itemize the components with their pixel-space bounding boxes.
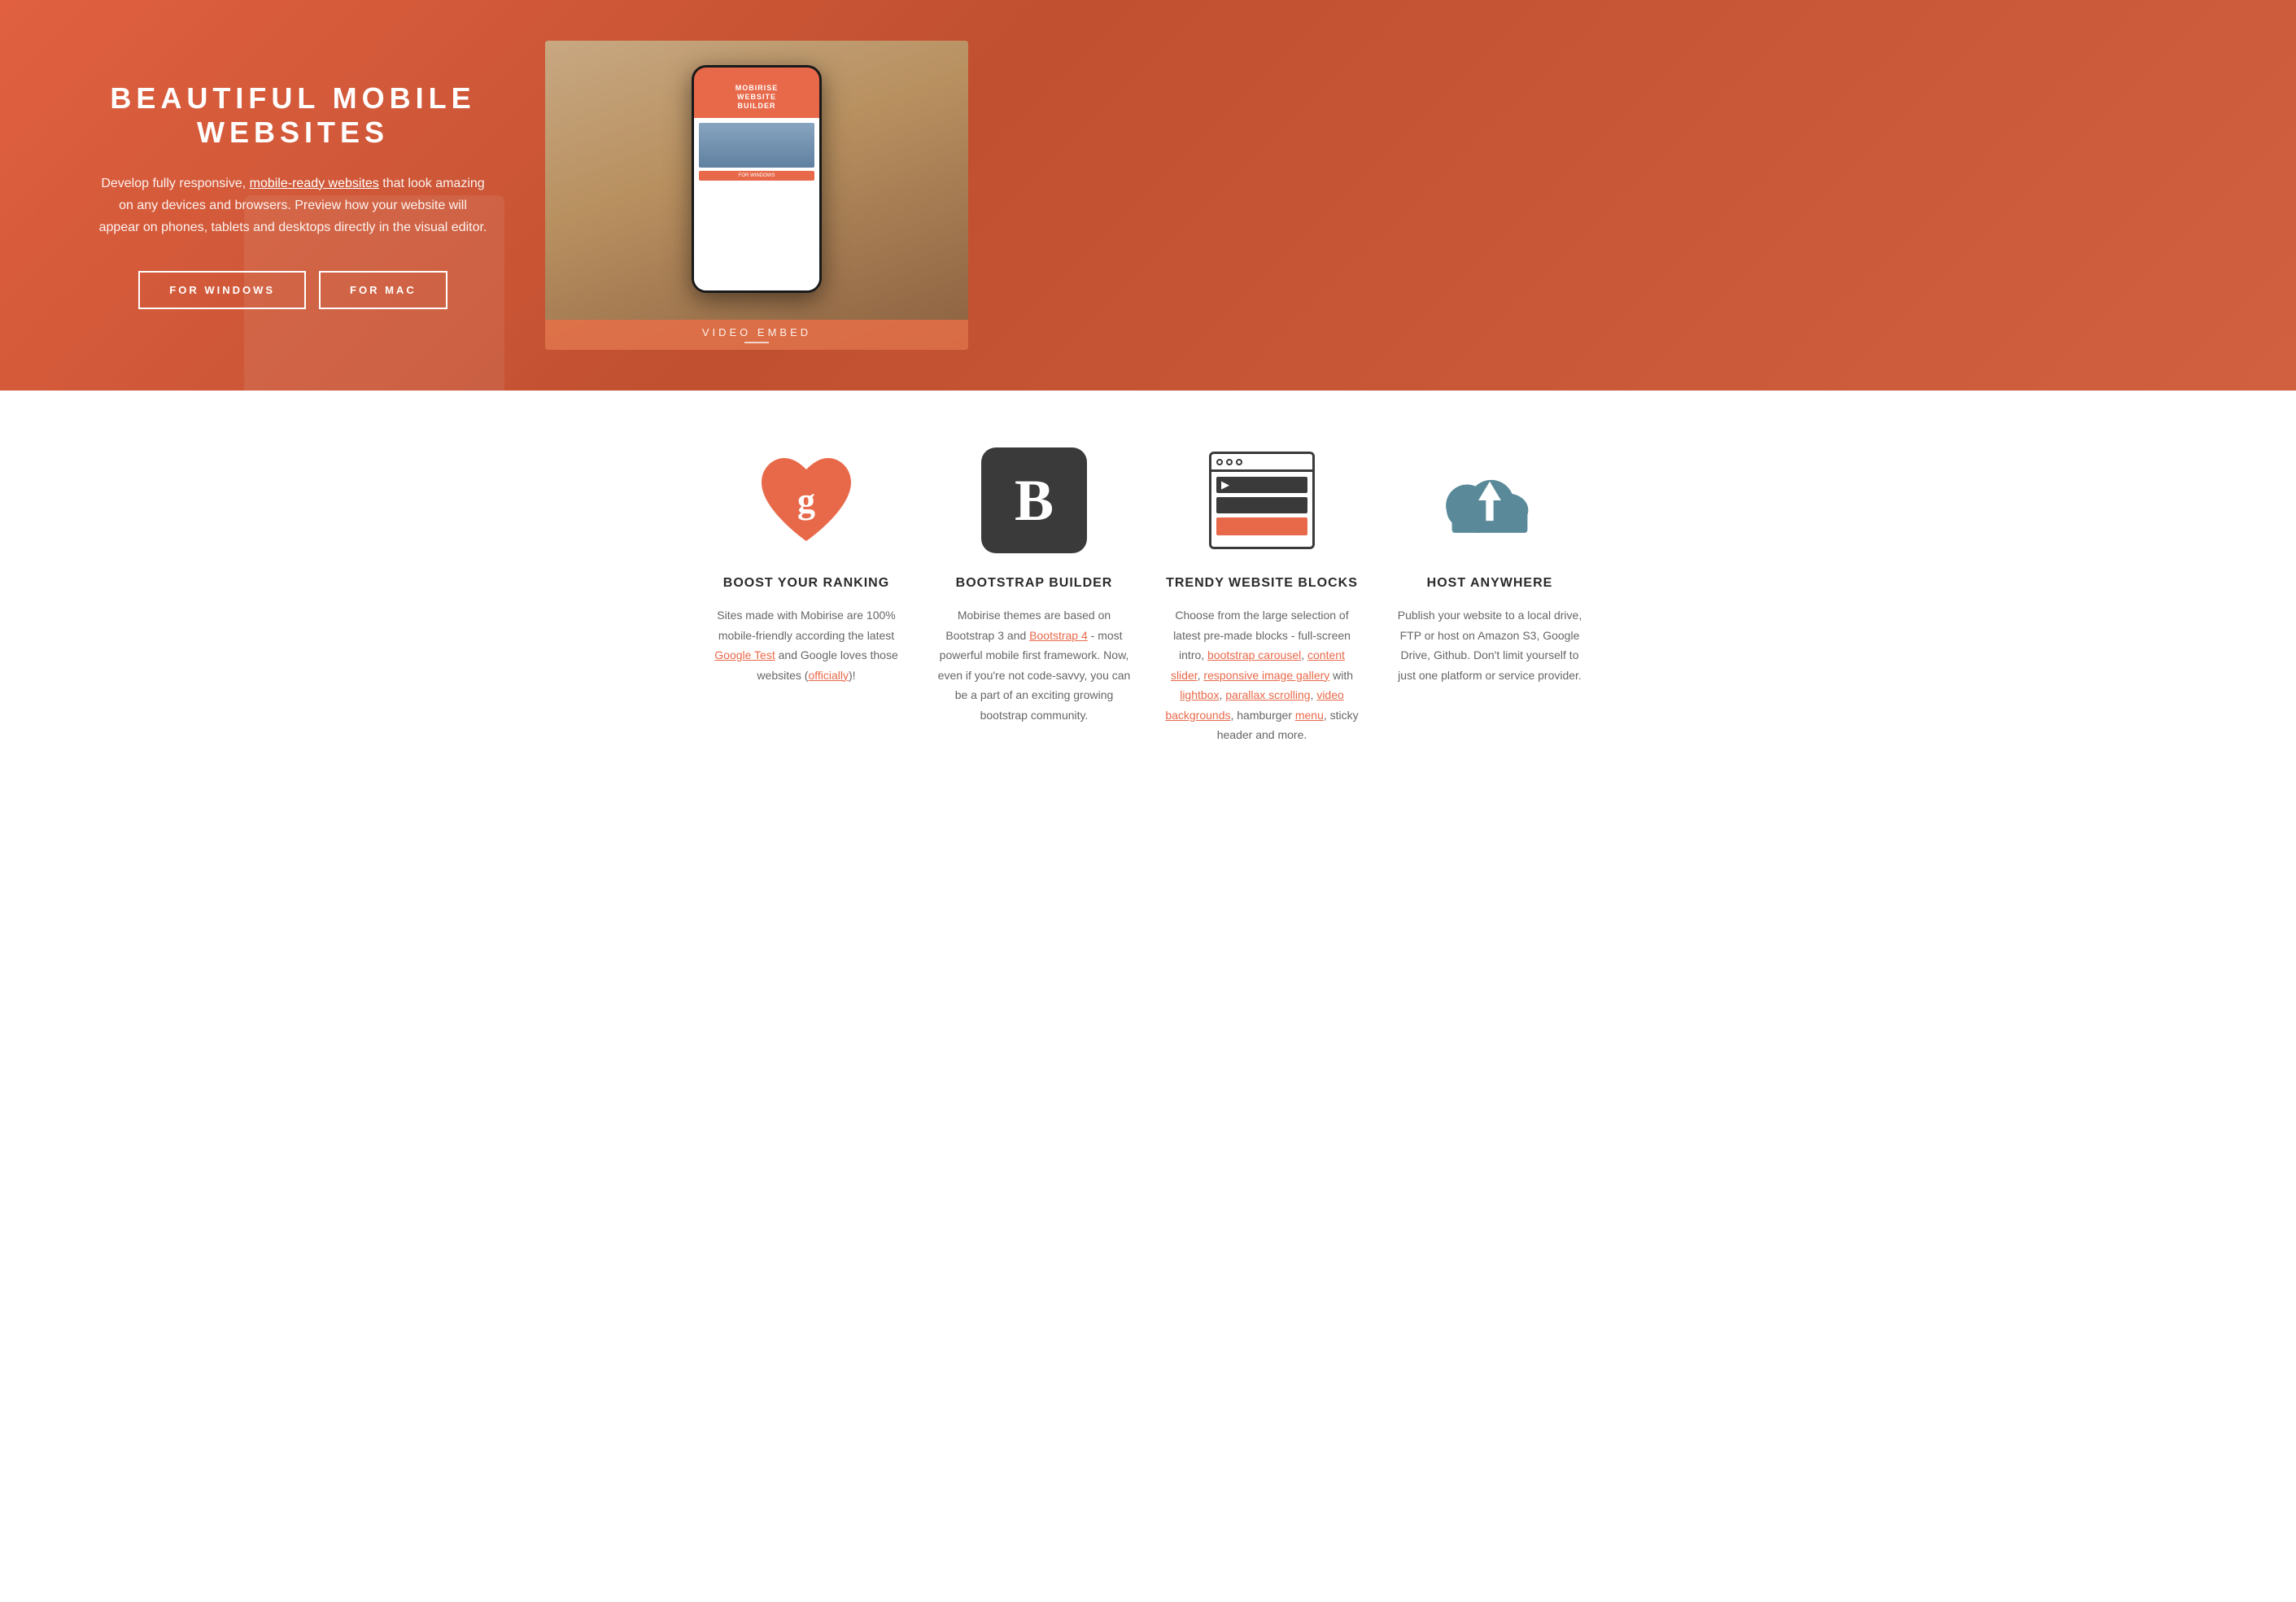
boost-ranking-desc: Sites made with Mobirise are 100% mobile… <box>709 605 904 685</box>
phone-screen-title: MOBIRISEWEBSITEBUILDER <box>702 84 811 110</box>
hero-section: BEAUTIFUL MOBILE WEBSITES Develop fully … <box>0 0 2296 391</box>
hero-description: Develop fully responsive, mobile-ready w… <box>98 172 488 239</box>
officially-link[interactable]: officially <box>808 669 849 682</box>
phone-screen-cta: FOR WINDOWS <box>699 171 814 181</box>
feature-boost-ranking: g BOOST YOUR RANKING Sites made with Mob… <box>692 447 920 745</box>
bootstrap-builder-title: BOOTSTRAP BUILDER <box>936 576 1132 591</box>
browser-window-icon: ▶ <box>1209 452 1315 549</box>
lightbox-link[interactable]: lightbox <box>1180 688 1219 701</box>
phone-screen-image <box>699 123 814 168</box>
phone-screen-body: FOR WINDOWS <box>694 118 819 290</box>
hero-desc-before: Develop fully responsive, <box>101 177 249 190</box>
feature-host-anywhere: HOST ANYWHERE Publish your website to a … <box>1376 447 1604 745</box>
browser-dot-2 <box>1226 459 1233 465</box>
host-anywhere-desc: Publish your website to a local drive, F… <box>1392 605 1587 685</box>
trendy-blocks-title: TRENDY WEBSITE BLOCKS <box>1164 576 1360 591</box>
phone-mockup: MOBIRISEWEBSITEBUILDER FOR WINDOWS VIDEO… <box>545 41 968 350</box>
heart-google-icon: g <box>753 452 859 549</box>
browser-topbar <box>1211 454 1312 472</box>
bootstrap4-link[interactable]: Bootstrap 4 <box>1029 629 1088 642</box>
browser-content-bar <box>1216 477 1307 493</box>
bootstrap-b-icon: B <box>981 447 1087 553</box>
phone-screen: MOBIRISEWEBSITEBUILDER FOR WINDOWS <box>694 68 819 290</box>
features-section: g BOOST YOUR RANKING Sites made with Mob… <box>0 391 2296 794</box>
windows-button[interactable]: FOR WINDOWS <box>138 271 306 309</box>
trendy-blocks-desc: Choose from the large selection of lates… <box>1164 605 1360 745</box>
host-anywhere-title: HOST ANYWHERE <box>1392 576 1587 591</box>
mac-button[interactable]: FOR MAC <box>319 271 447 309</box>
browser-dot-1 <box>1216 459 1223 465</box>
feature-bootstrap-builder: B BOOTSTRAP BUILDER Mobirise themes are … <box>920 447 1148 745</box>
browser-content-bar-orange <box>1216 517 1307 535</box>
boost-ranking-title: BOOST YOUR RANKING <box>709 576 904 591</box>
phone-screen-header: MOBIRISEWEBSITEBUILDER <box>694 68 819 118</box>
bootstrap-builder-desc: Mobirise themes are based on Bootstrap 3… <box>936 605 1132 725</box>
responsive-image-gallery-link[interactable]: responsive image gallery <box>1203 669 1329 682</box>
video-embed-line <box>744 342 769 343</box>
parallax-scrolling-link[interactable]: parallax scrolling <box>1225 688 1310 701</box>
hero-title: BEAUTIFUL MOBILE WEBSITES <box>98 81 488 150</box>
browser-cursor-icon: ▶ <box>1221 478 1229 491</box>
menu-link[interactable]: menu <box>1295 709 1324 722</box>
google-test-link[interactable]: Google Test <box>714 648 775 661</box>
hero-buttons: FOR WINDOWS FOR MAC <box>98 271 488 309</box>
host-anywhere-icon <box>1437 447 1543 553</box>
boost-ranking-icon: g <box>753 447 859 553</box>
phone-device: MOBIRISEWEBSITEBUILDER FOR WINDOWS <box>692 65 822 293</box>
feature-trendy-blocks: ▶ TRENDY WEBSITE BLOCKS Choose from the … <box>1148 447 1376 745</box>
bootstrap-carousel-link[interactable]: bootstrap carousel <box>1207 648 1301 661</box>
browser-icon-wrapper: ▶ <box>1209 452 1315 549</box>
browser-dot-3 <box>1236 459 1242 465</box>
bootstrap-builder-icon: B <box>981 447 1087 553</box>
cloud-upload-icon <box>1437 456 1543 545</box>
browser-content-bar-2 <box>1216 497 1307 513</box>
hero-link-mobile-ready[interactable]: mobile-ready websites <box>250 177 379 190</box>
hero-image-section: MOBIRISEWEBSITEBUILDER FOR WINDOWS VIDEO… <box>537 41 976 350</box>
browser-body: ▶ <box>1211 472 1312 547</box>
trendy-blocks-icon: ▶ <box>1209 447 1315 553</box>
hero-content: BEAUTIFUL MOBILE WEBSITES Develop fully … <box>0 33 537 359</box>
video-embed-label: VIDEO EMBED <box>545 320 968 350</box>
svg-text:g: g <box>797 481 815 521</box>
